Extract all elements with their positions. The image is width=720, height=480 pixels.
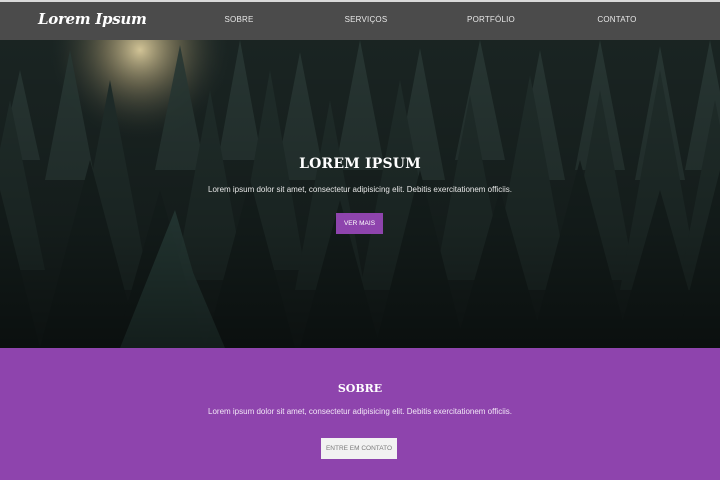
forest-background-image: [0, 40, 720, 348]
about-title: SOBRE: [337, 382, 383, 395]
landing-page: Lorem Ipsum SOBRE SERVIÇOS PORTFÓLIO CON…: [0, 0, 720, 480]
hero-section: LOREM IPSUM Lorem ipsum dolor sit amet, …: [0, 40, 720, 348]
about-section: SOBRE Lorem ipsum dolor sit amet, consec…: [0, 348, 720, 480]
nav-link-sobre[interactable]: SOBRE: [224, 15, 253, 24]
contact-button[interactable]: ENTRE EM CONTATO: [321, 438, 397, 459]
nav-link-contato[interactable]: CONTATO: [597, 15, 636, 24]
ver-mais-button[interactable]: VER MAIS: [336, 213, 383, 234]
hero-description: Lorem ipsum dolor sit amet, consectetur …: [208, 185, 512, 194]
hero-title: LOREM IPSUM: [299, 156, 421, 172]
brand-logo[interactable]: Lorem Ipsum: [38, 10, 147, 28]
nav-link-portfolio[interactable]: PORTFÓLIO: [467, 15, 515, 24]
navbar: Lorem Ipsum SOBRE SERVIÇOS PORTFÓLIO CON…: [0, 0, 720, 40]
about-description: Lorem ipsum dolor sit amet, consectetur …: [208, 407, 512, 416]
nav-link-servicos[interactable]: SERVIÇOS: [345, 15, 388, 24]
